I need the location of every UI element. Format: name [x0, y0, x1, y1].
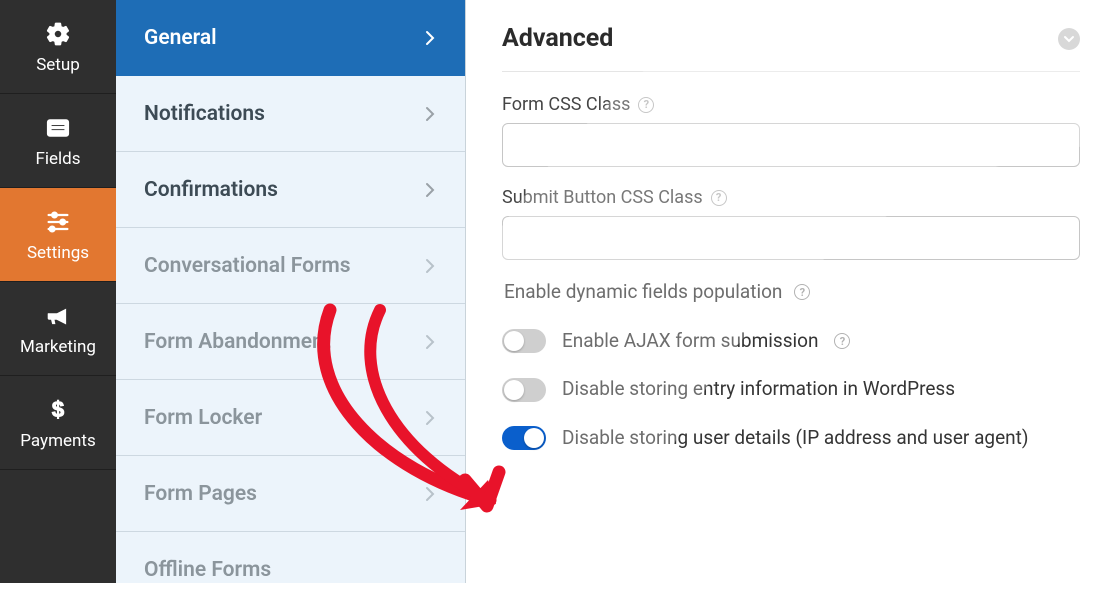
toggle-disable-user-details-label: Disable storing user details (IP address…: [562, 426, 1028, 451]
dollar-icon: $: [43, 395, 73, 425]
submenu-label: Conversational Forms: [144, 254, 351, 278]
submenu-label: Confirmations: [144, 178, 278, 202]
primary-rail: Setup Fields Settings Marketing: [0, 0, 116, 583]
submenu-item-form-pages[interactable]: Form Pages: [116, 456, 465, 532]
submenu-item-confirmations[interactable]: Confirmations: [116, 152, 465, 228]
rail-item-marketing[interactable]: Marketing: [0, 282, 116, 376]
toggle-disable-entry-storage-label: Disable storing entry information in Wor…: [562, 377, 955, 402]
submenu-label: Form Abandonment: [144, 330, 331, 354]
chevron-right-icon: [423, 482, 437, 506]
rail-item-payments[interactable]: $ Payments: [0, 376, 116, 470]
rail-label: Payments: [20, 431, 95, 451]
bullhorn-icon: [43, 301, 73, 331]
submenu-item-notifications[interactable]: Notifications: [116, 76, 465, 152]
submenu-label: Form Locker: [144, 406, 262, 430]
form-css-class-label: Form CSS Class: [502, 94, 630, 115]
help-icon[interactable]: ?: [794, 284, 810, 300]
submenu-label: Offline Forms: [144, 558, 271, 582]
toggle-ajax-submission[interactable]: [502, 329, 546, 353]
rail-item-settings[interactable]: Settings: [0, 188, 116, 282]
sliders-icon: [43, 207, 73, 237]
submenu-item-form-abandonment[interactable]: Form Abandonment: [116, 304, 465, 380]
settings-panel: Advanced Form CSS Class ? Submit Button …: [466, 0, 1116, 583]
chevron-right-icon: [423, 330, 437, 354]
chevron-right-icon: [423, 178, 437, 202]
rail-label: Fields: [35, 149, 80, 169]
submenu-item-conversational-forms[interactable]: Conversational Forms: [116, 228, 465, 304]
toggle-ajax-submission-label: Enable AJAX form submission: [562, 329, 818, 354]
list-icon: [43, 113, 73, 143]
submenu-item-offline-forms[interactable]: Offline Forms: [116, 532, 465, 608]
settings-submenu: General Notifications Confirmations Conv…: [116, 0, 466, 583]
submit-css-class-input[interactable]: [502, 216, 1080, 260]
chevron-right-icon: [423, 26, 437, 50]
rail-item-setup[interactable]: Setup: [0, 0, 116, 94]
submit-css-class-label: Submit Button CSS Class: [502, 187, 703, 208]
chevron-down-icon: [1063, 33, 1075, 45]
help-icon[interactable]: ?: [834, 333, 850, 349]
submenu-label: Notifications: [144, 102, 265, 126]
rail-item-fields[interactable]: Fields: [0, 94, 116, 188]
svg-text:$: $: [52, 398, 64, 422]
gear-icon: [43, 19, 73, 49]
help-icon[interactable]: ?: [638, 97, 654, 113]
submenu-item-general[interactable]: General: [116, 0, 465, 76]
chevron-right-icon: [423, 102, 437, 126]
submenu-label: Form Pages: [144, 482, 257, 506]
collapse-button[interactable]: [1058, 28, 1080, 50]
chevron-right-icon: [423, 406, 437, 430]
section-title: Advanced: [502, 24, 613, 53]
chevron-right-icon: [423, 254, 437, 278]
help-icon[interactable]: ?: [711, 190, 727, 206]
submenu-item-form-locker[interactable]: Form Locker: [116, 380, 465, 456]
rail-label: Setup: [36, 55, 80, 75]
form-css-class-input[interactable]: [502, 123, 1080, 167]
submenu-label: General: [144, 26, 217, 50]
toggle-disable-user-details[interactable]: [502, 426, 546, 450]
toggle-disable-entry-storage[interactable]: [502, 378, 546, 402]
toggle-dynamic-fields-label: Enable dynamic fields population: [504, 280, 782, 305]
rail-label: Settings: [27, 243, 89, 263]
rail-label: Marketing: [20, 337, 96, 357]
